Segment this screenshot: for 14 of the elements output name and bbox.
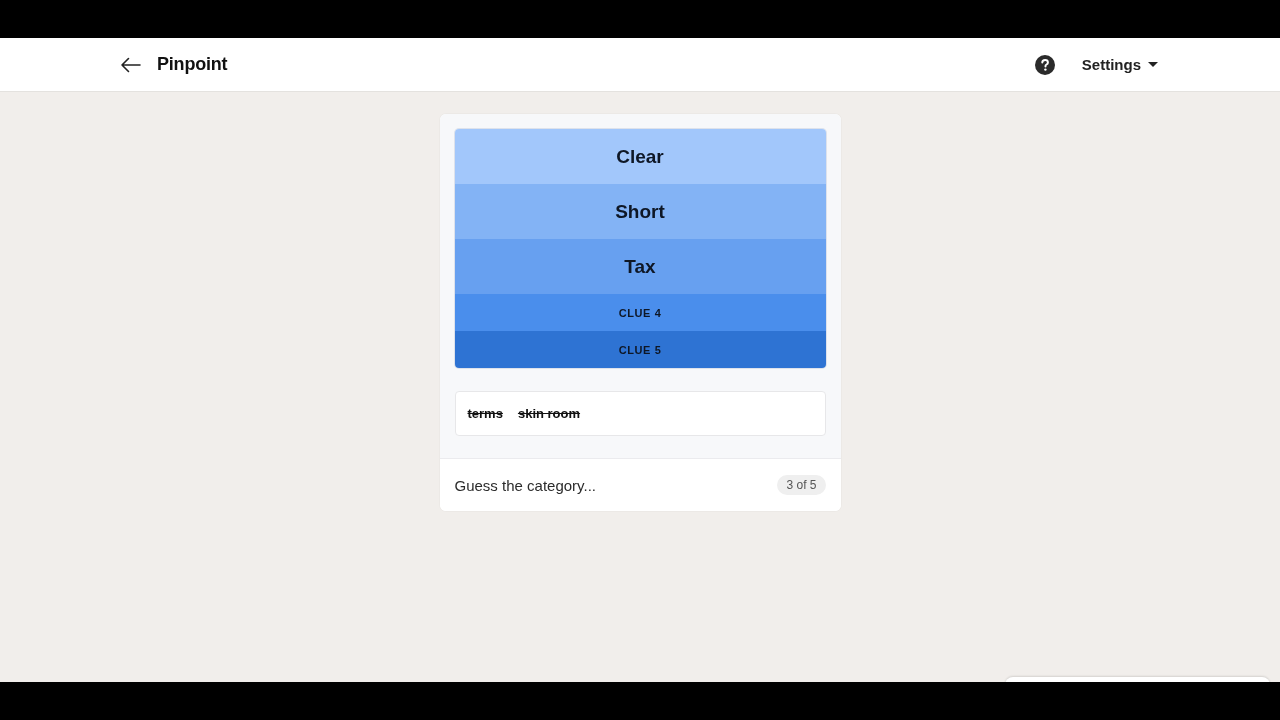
hidden-clue-row: CLUE 5 bbox=[454, 331, 826, 368]
back-arrow-icon[interactable] bbox=[120, 56, 141, 73]
clue-row: Tax bbox=[454, 239, 826, 294]
clue-row: Short bbox=[454, 184, 826, 239]
wrong-guess: terms bbox=[467, 406, 503, 421]
guess-counter: 3 of 5 bbox=[777, 475, 826, 495]
clue-row: Clear bbox=[454, 129, 826, 184]
hidden-clue-row: CLUE 4 bbox=[454, 294, 826, 331]
guess-input[interactable]: Guess the category... bbox=[454, 473, 768, 497]
page-title: Pinpoint bbox=[157, 54, 228, 75]
settings-button[interactable]: Settings bbox=[1081, 56, 1158, 73]
help-icon[interactable] bbox=[1034, 54, 1055, 75]
wrong-guess: skin room bbox=[517, 406, 581, 421]
caret-icon bbox=[1148, 62, 1158, 67]
